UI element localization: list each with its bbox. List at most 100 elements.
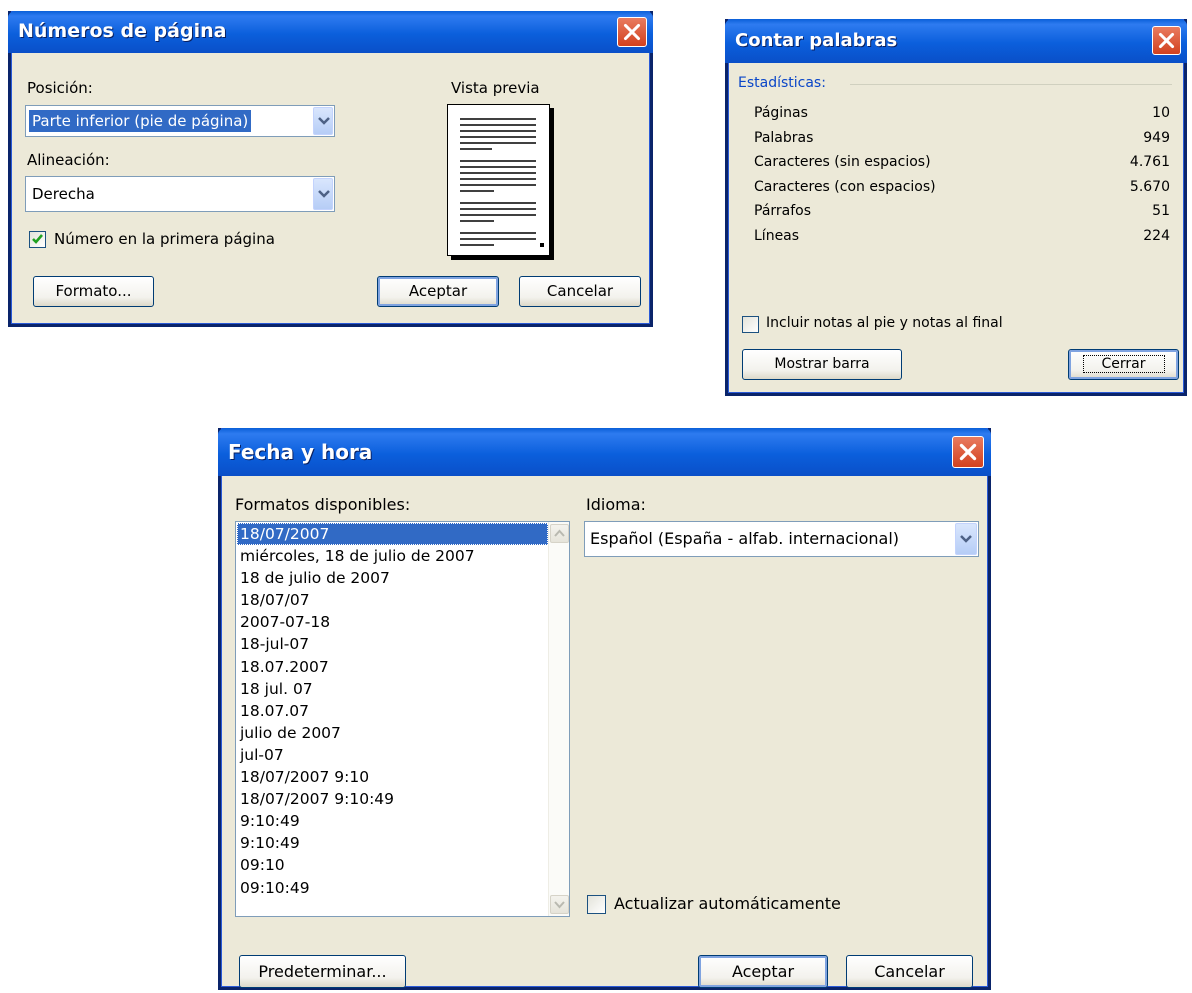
stat-row-chars-spaces: Caracteres (con espacios) 5.670 xyxy=(754,179,1170,203)
cancel-button-label: Cancelar xyxy=(874,962,945,981)
set-default-button[interactable]: Predeterminar... xyxy=(239,955,406,988)
chevron-down-icon xyxy=(318,190,330,198)
page-numbers-ok-button[interactable]: Aceptar xyxy=(377,276,499,307)
include-notes-label[interactable]: Incluir notas al pie y notas al final xyxy=(766,315,1003,331)
stat-value: 5.670 xyxy=(1129,178,1170,195)
language-dropdown-arrow[interactable] xyxy=(955,523,977,555)
stat-row-lines: Líneas 224 xyxy=(754,228,1170,252)
close-icon xyxy=(959,443,977,461)
chevron-up-icon xyxy=(554,529,565,537)
format-list-item[interactable]: 18-jul-07 xyxy=(237,633,548,655)
close-icon xyxy=(623,23,641,41)
alignment-dropdown-value: Derecha xyxy=(32,185,95,203)
scroll-up-button[interactable] xyxy=(550,524,569,543)
format-list-item[interactable]: 18/07/2007 9:10:49 xyxy=(237,788,548,810)
auto-update-checkbox[interactable] xyxy=(587,895,606,914)
page-numbers-title: Números de página xyxy=(18,20,227,42)
cancel-button-label: Cancelar xyxy=(546,282,614,300)
formats-label: Formatos disponibles: xyxy=(235,495,411,514)
statistics-label: Estadísticas: xyxy=(738,75,826,91)
stat-value: 51 xyxy=(1152,203,1170,219)
page-preview-lines xyxy=(460,118,544,247)
page-numbers-dialog: Números de página Posición: Parte inferi… xyxy=(8,11,653,327)
formats-rows: 18/07/2007 miércoles, 18 de julio de 2007… xyxy=(237,523,548,899)
format-button-label: Formato... xyxy=(55,282,132,300)
format-list-item[interactable]: jul-07 xyxy=(237,744,548,766)
format-list-item[interactable]: 18/07/2007 9:10 xyxy=(237,766,548,788)
date-time-close-button[interactable] xyxy=(952,436,984,468)
format-button[interactable]: Formato... xyxy=(33,276,154,307)
word-count-close-button[interactable] xyxy=(1152,26,1181,55)
format-list-item[interactable]: 9:10:49 xyxy=(237,810,548,832)
ok-button-label: Aceptar xyxy=(731,962,795,981)
date-time-dialog: Fecha y hora Formatos disponibles: 18/07… xyxy=(218,428,991,990)
close-button-label: Cerrar xyxy=(1082,355,1165,373)
alignment-dropdown-arrow[interactable] xyxy=(313,178,333,210)
show-toolbar-button[interactable]: Mostrar barra xyxy=(742,349,902,380)
format-list-item[interactable]: 09:10 xyxy=(237,854,548,876)
first-page-checkbox[interactable] xyxy=(29,231,46,248)
close-icon xyxy=(1158,32,1175,49)
format-list-item[interactable]: miércoles, 18 de julio de 2007 xyxy=(237,545,548,567)
position-dropdown[interactable]: Parte inferior (pie de página) xyxy=(25,105,335,137)
alignment-label: Alineación: xyxy=(27,151,110,169)
chevron-down-icon xyxy=(960,535,972,543)
word-count-dialog: Contar palabras Estadísticas: Páginas 10… xyxy=(725,19,1187,396)
stat-label: Líneas xyxy=(754,227,800,244)
show-toolbar-label: Mostrar barra xyxy=(774,356,870,372)
stat-value: 224 xyxy=(1143,227,1170,244)
stat-label: Caracteres (sin espacios) xyxy=(754,154,931,170)
stat-row-pages: Páginas 10 xyxy=(754,105,1170,129)
stat-row-paragraphs: Párrafos 51 xyxy=(754,203,1170,227)
date-time-cancel-button[interactable]: Cancelar xyxy=(846,955,973,988)
format-list-item[interactable]: julio de 2007 xyxy=(237,722,548,744)
word-count-titlebar[interactable]: Contar palabras xyxy=(725,19,1187,63)
position-dropdown-value: Parte inferior (pie de página) xyxy=(27,109,253,133)
page-numbers-titlebar[interactable]: Números de página xyxy=(8,11,653,53)
auto-update-label[interactable]: Actualizar automáticamente xyxy=(614,894,841,913)
set-default-label: Predeterminar... xyxy=(258,962,387,981)
stat-label: Palabras xyxy=(754,129,814,146)
stat-row-words: Palabras 949 xyxy=(754,130,1170,154)
first-page-label[interactable]: Número en la primera página xyxy=(54,230,275,248)
stat-value: 4.761 xyxy=(1129,154,1170,170)
language-dropdown[interactable]: Español (España - alfab. internacional) xyxy=(584,521,979,557)
format-list-item[interactable]: 09:10:49 xyxy=(237,877,548,899)
page-numbers-close-button[interactable] xyxy=(617,17,647,47)
preview-label: Vista previa xyxy=(451,79,540,97)
format-list-item[interactable]: 18 jul. 07 xyxy=(237,678,548,700)
format-list-item[interactable]: 18.07.2007 xyxy=(237,656,548,678)
stat-label: Caracteres (con espacios) xyxy=(754,178,936,195)
stat-value: 949 xyxy=(1143,129,1170,146)
formats-list[interactable]: 18/07/2007 miércoles, 18 de julio de 2007… xyxy=(235,521,570,917)
scroll-down-button[interactable] xyxy=(550,895,569,914)
format-list-item[interactable]: 18/07/07 xyxy=(237,589,548,611)
stat-row-chars-no-spaces: Caracteres (sin espacios) 4.761 xyxy=(754,154,1170,178)
word-count-title: Contar palabras xyxy=(735,30,898,51)
format-list-item[interactable]: 18.07.07 xyxy=(237,700,548,722)
formats-scrollbar[interactable] xyxy=(548,522,569,916)
chevron-down-icon xyxy=(318,117,330,125)
include-notes-checkbox[interactable] xyxy=(742,316,759,333)
format-list-item[interactable]: 18 de julio de 2007 xyxy=(237,567,548,589)
position-dropdown-arrow[interactable] xyxy=(313,107,333,135)
position-label: Posición: xyxy=(27,79,93,97)
format-list-item[interactable]: 18/07/2007 xyxy=(237,523,548,546)
date-time-ok-button[interactable]: Aceptar xyxy=(698,955,828,988)
word-count-close-dialog-button[interactable]: Cerrar xyxy=(1068,349,1179,380)
checkmark-icon xyxy=(32,234,43,244)
chevron-down-icon xyxy=(554,901,565,909)
alignment-dropdown[interactable]: Derecha xyxy=(25,176,335,212)
page-preview xyxy=(447,104,550,256)
page-numbers-cancel-button[interactable]: Cancelar xyxy=(519,276,641,307)
format-list-item[interactable]: 2007-07-18 xyxy=(237,611,548,633)
format-list-item[interactable]: 9:10:49 xyxy=(237,832,548,854)
statistics-table: Páginas 10 Palabras 949 Caracteres (sin … xyxy=(754,105,1170,255)
stat-label: Páginas xyxy=(754,105,808,121)
language-label: Idioma: xyxy=(586,495,646,514)
language-dropdown-value: Español (España - alfab. internacional) xyxy=(590,529,900,548)
date-time-title: Fecha y hora xyxy=(228,440,373,464)
date-time-titlebar[interactable]: Fecha y hora xyxy=(218,428,991,476)
statistics-divider xyxy=(850,84,1172,85)
stat-value: 10 xyxy=(1152,105,1170,121)
